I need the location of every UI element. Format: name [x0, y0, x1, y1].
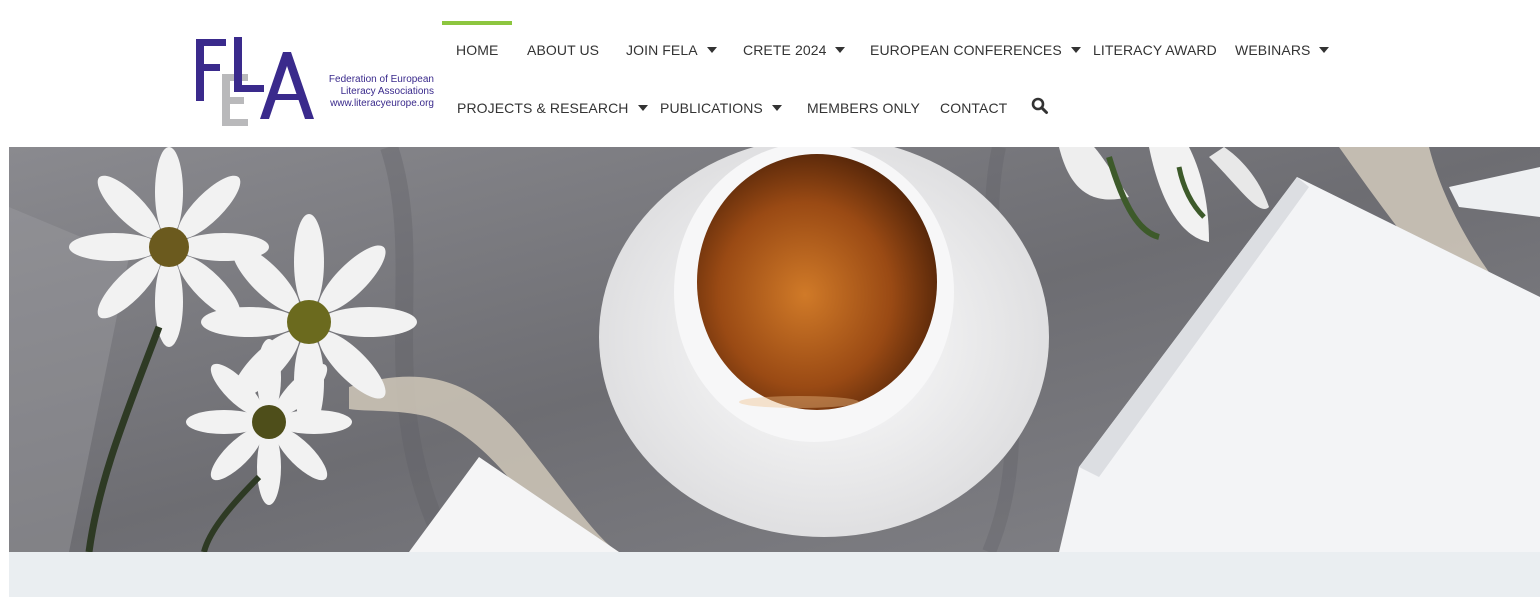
search-icon[interactable] — [1031, 97, 1049, 115]
logo-line-1: Federation of European — [328, 74, 434, 85]
nav-contact[interactable]: CONTACT — [940, 93, 1007, 123]
content-band — [9, 552, 1540, 597]
nav-join-fela-label: JOIN FELA — [626, 42, 698, 58]
nav-crete-2024-label: CRETE 2024 — [743, 42, 827, 58]
nav-publications-label: PUBLICATIONS — [660, 100, 763, 116]
active-nav-indicator — [442, 21, 512, 25]
caret-down-icon — [835, 47, 846, 54]
nav-members-only[interactable]: MEMBERS ONLY — [807, 93, 920, 123]
hero-photo-illustration — [9, 147, 1540, 552]
nav-about-us-label: ABOUT US — [527, 42, 600, 58]
nav-home[interactable]: HOME — [456, 35, 498, 65]
nav-members-only-label: MEMBERS ONLY — [807, 100, 920, 116]
nav-projects-research[interactable]: PROJECTS & RESEARCH — [457, 93, 648, 123]
logo-tagline: Federation of European Literacy Associat… — [329, 74, 434, 110]
site-header: Federation of European Literacy Associat… — [0, 0, 1540, 147]
logo-line-3: www.literacyeurope.org — [330, 98, 434, 109]
nav-contact-label: CONTACT — [940, 100, 1008, 116]
fela-logo-mark — [196, 37, 314, 126]
nav-join-fela[interactable]: JOIN FELA — [626, 35, 717, 65]
nav-crete-2024[interactable]: CRETE 2024 — [743, 35, 846, 65]
logo-line-2: Literacy Associations — [340, 86, 434, 97]
caret-down-icon — [637, 105, 648, 112]
nav-home-label: HOME — [456, 42, 499, 58]
caret-down-icon — [1070, 47, 1081, 54]
nav-publications[interactable]: PUBLICATIONS — [660, 93, 782, 123]
nav-about-us[interactable]: ABOUT US — [527, 35, 599, 65]
nav-european-conferences[interactable]: EUROPEAN CONFERENCES — [870, 35, 1081, 65]
nav-european-conferences-label: EUROPEAN CONFERENCES — [870, 42, 1062, 58]
caret-down-icon — [706, 47, 717, 54]
hero-banner-image — [9, 147, 1540, 552]
nav-literacy-award-label: LITERACY AWARD — [1093, 42, 1217, 58]
nav-literacy-award[interactable]: LITERACY AWARD — [1093, 35, 1217, 65]
nav-projects-research-label: PROJECTS & RESEARCH — [457, 100, 629, 116]
caret-down-icon — [1319, 47, 1330, 54]
caret-down-icon — [771, 105, 782, 112]
nav-webinars[interactable]: WEBINARS — [1235, 35, 1330, 65]
nav-webinars-label: WEBINARS — [1235, 42, 1311, 58]
fela-logo[interactable]: Federation of European Literacy Associat… — [190, 34, 440, 129]
